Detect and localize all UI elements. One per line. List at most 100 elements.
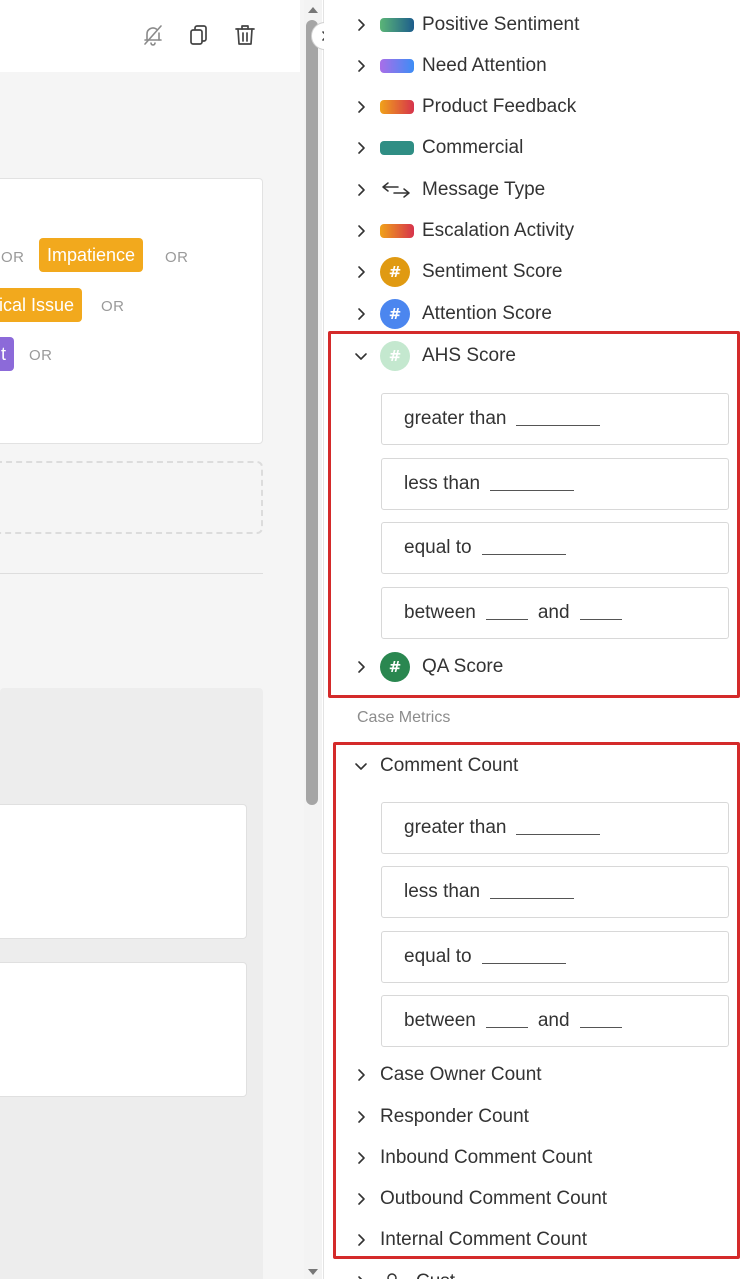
drop-zone[interactable]	[0, 461, 263, 534]
ahs-between-option[interactable]: between and	[381, 587, 729, 639]
operator-label: between	[404, 602, 476, 623]
metric-row-comment-count[interactable]: Comment Count	[324, 748, 734, 784]
chevron-right-icon[interactable]	[351, 304, 371, 324]
condition-card[interactable]	[0, 962, 247, 1097]
attribute-row-sentiment-score[interactable]: # Sentiment Score	[324, 254, 734, 290]
attribute-label: QA Score	[422, 656, 504, 677]
attribute-panel: Positive Sentiment Need Attention Product …	[324, 0, 745, 1279]
or-label: OR	[165, 249, 189, 266]
chevron-down-icon[interactable]	[351, 346, 371, 366]
attribute-row-need-attention[interactable]: Need Attention	[324, 48, 734, 84]
chevron-right-icon[interactable]	[351, 180, 371, 200]
attribute-row-positive-sentiment[interactable]: Positive Sentiment	[324, 7, 734, 43]
operator-and-label: and	[537, 1010, 570, 1031]
chevron-right-icon[interactable]	[351, 56, 371, 76]
chevron-right-icon[interactable]	[351, 1107, 371, 1127]
metric-row-case-owner-count[interactable]: Case Owner Count	[324, 1057, 734, 1093]
metric-label: Cust	[416, 1271, 455, 1279]
comment-count-between-option[interactable]: between and	[381, 995, 729, 1047]
chevron-right-icon[interactable]	[351, 15, 371, 35]
comment-count-equal-to-option[interactable]: equal to	[381, 931, 729, 983]
chevron-right-icon[interactable]	[351, 1189, 371, 1209]
operator-label: equal to	[404, 537, 472, 558]
or-label: OR	[1, 249, 25, 266]
mute-notification-icon[interactable]	[140, 22, 166, 48]
tag-chip-purple[interactable]: t	[0, 337, 15, 371]
attribute-row-commercial[interactable]: Commercial	[324, 130, 734, 166]
attribute-row-ahs-score[interactable]: # AHS Score	[324, 338, 734, 374]
divider	[0, 573, 263, 574]
attribute-label: AHS Score	[422, 345, 516, 366]
number-hash-icon: #	[380, 299, 410, 329]
value-blank[interactable]	[481, 553, 566, 555]
value-blank[interactable]	[490, 489, 575, 491]
metric-row-responder-count[interactable]: Responder Count	[324, 1099, 734, 1135]
chevron-right-icon[interactable]	[351, 657, 371, 677]
metric-row-cust[interactable]: Cust	[324, 1264, 734, 1279]
color-swatch-icon	[380, 18, 414, 32]
attribute-label: Attention Score	[422, 303, 552, 324]
tag-chip-technical-issue[interactable]: ical Issue	[0, 288, 83, 322]
chevron-right-icon[interactable]	[351, 1230, 371, 1250]
metric-label: Inbound Comment Count	[380, 1147, 593, 1168]
value-blank[interactable]	[485, 618, 528, 620]
attribute-row-product-feedback[interactable]: Product Feedback	[324, 89, 734, 125]
attribute-label: Product Feedback	[422, 96, 577, 117]
attribute-label: Commercial	[422, 137, 524, 158]
chevron-right-icon[interactable]	[351, 138, 371, 158]
value-blank[interactable]	[516, 424, 601, 426]
metric-label: Outbound Comment Count	[380, 1188, 608, 1209]
operator-and-label: and	[537, 602, 570, 623]
attribute-label: Escalation Activity	[422, 220, 575, 241]
operator-label: between	[404, 1010, 476, 1031]
left-pane: OR Impatience OR ical Issue OR t OR	[0, 0, 304, 1279]
attribute-label: Need Attention	[422, 55, 547, 76]
ahs-less-than-option[interactable]: less than	[381, 458, 729, 510]
or-label: OR	[29, 347, 53, 364]
chevron-right-icon[interactable]	[351, 1272, 371, 1279]
attribute-row-escalation-activity[interactable]: Escalation Activity	[324, 213, 734, 249]
metric-label: Internal Comment Count	[380, 1229, 587, 1250]
chevron-right-icon[interactable]	[351, 97, 371, 117]
left-toolbar	[0, 0, 300, 72]
tag-chip-impatience[interactable]: Impatience	[39, 238, 144, 272]
case-metrics-section-label: Case Metrics	[357, 709, 451, 726]
chevron-right-icon[interactable]	[351, 1148, 371, 1168]
metric-row-outbound-comment-count[interactable]: Outbound Comment Count	[324, 1181, 734, 1217]
chevron-down-icon[interactable]	[351, 756, 371, 776]
attribute-label: Sentiment Score	[422, 261, 563, 282]
scrollbar-thumb[interactable]	[306, 20, 318, 805]
trash-icon[interactable]	[232, 22, 258, 48]
attribute-row-attention-score[interactable]: # Attention Score	[324, 296, 734, 332]
condition-card[interactable]	[0, 804, 247, 939]
metric-row-internal-comment-count[interactable]: Internal Comment Count	[324, 1222, 734, 1258]
duplicate-icon[interactable]	[186, 22, 212, 48]
value-blank[interactable]	[481, 962, 566, 964]
scroll-up-arrow-icon[interactable]	[304, 4, 322, 16]
value-blank[interactable]	[490, 897, 575, 899]
value-blank[interactable]	[485, 1026, 528, 1028]
ahs-greater-than-option[interactable]: greater than	[381, 393, 729, 445]
chevron-right-icon[interactable]	[351, 262, 371, 282]
value-blank[interactable]	[579, 618, 622, 620]
chevron-right-icon[interactable]	[351, 1065, 371, 1085]
comment-count-less-than-option[interactable]: less than	[381, 866, 729, 918]
attribute-label: Positive Sentiment	[422, 14, 580, 35]
attribute-row-message-type[interactable]: Message Type	[324, 172, 734, 208]
metric-label: Case Owner Count	[380, 1064, 542, 1085]
chevron-right-icon[interactable]	[351, 221, 371, 241]
metric-label: Responder Count	[380, 1106, 529, 1127]
comment-count-greater-than-option[interactable]: greater than	[381, 802, 729, 854]
value-blank[interactable]	[516, 833, 601, 835]
color-swatch-icon	[380, 100, 414, 114]
scroll-down-arrow-icon[interactable]	[304, 1266, 322, 1278]
ahs-equal-to-option[interactable]: equal to	[381, 522, 729, 574]
attribute-row-qa-score[interactable]: # QA Score	[324, 649, 734, 685]
rule-card: OR Impatience OR ical Issue OR t OR	[0, 178, 263, 444]
operator-label: greater than	[404, 817, 507, 838]
color-swatch-icon	[380, 224, 414, 238]
value-blank[interactable]	[579, 1026, 622, 1028]
operator-label: less than	[404, 881, 481, 902]
metric-row-inbound-comment-count[interactable]: Inbound Comment Count	[324, 1140, 734, 1176]
highlight-box-ahs-score	[328, 331, 740, 698]
